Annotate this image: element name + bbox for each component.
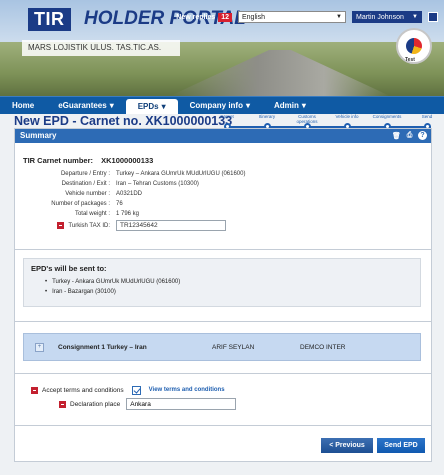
info-label: Departure / Entry :: [60, 171, 110, 177]
info-row-packages: Number of packages : 76: [23, 199, 323, 209]
help-icon[interactable]: ?: [418, 131, 427, 140]
header-banner: TIR HOLDER PORTAL MARS LOJISTIK ULUS. TA…: [0, 0, 444, 96]
tax-id-label-wrap: Turkish TAX ID:: [23, 221, 116, 230]
divider: [15, 373, 431, 374]
nav-item-home[interactable]: Home: [0, 97, 46, 114]
seal-label: Test: [405, 57, 415, 63]
required-icon: [31, 386, 38, 394]
info-label: Number of packages :: [51, 201, 110, 207]
recipients-box: EPD's will be sent to: Turkey - Ankara G…: [23, 258, 421, 307]
consignment-row[interactable]: + Consignment 1 Turkey – Iran ARIF SEYLA…: [23, 333, 421, 361]
new-replies-badge: 12: [218, 12, 232, 22]
step-label-itinerary[interactable]: Itinerary: [250, 114, 284, 119]
panel-toolbar: 🗑 ⎙ ?: [392, 131, 427, 140]
consignment-name: Consignment 1 Turkey – Iran: [58, 343, 147, 351]
info-row-destination: Destination / Exit : Iran – Tehran Custo…: [23, 179, 323, 189]
summary-info: Departure / Entry : Turkey – Ankara GUmr…: [23, 169, 323, 232]
nav-label: eGuarantees: [58, 101, 107, 110]
trash-icon[interactable]: 🗑: [392, 131, 401, 140]
info-label: Total weight :: [74, 211, 110, 217]
step-label-vehicle[interactable]: Vehicle info: [330, 114, 364, 119]
language-select[interactable]: English ▼: [238, 11, 346, 23]
recipients-list: Turkey - Ankara GUmrUk MUdUrlUGU (061600…: [31, 279, 413, 299]
chevron-down-icon: ▼: [412, 14, 418, 20]
chevron-down-icon: ▾: [109, 101, 114, 110]
panel-title: Summary: [20, 131, 57, 140]
nav-label: Company info: [189, 101, 243, 110]
logo-tir[interactable]: TIR: [28, 8, 71, 31]
language-value: English: [242, 13, 265, 21]
nav-item-epds[interactable]: EPDs ▾: [125, 99, 178, 114]
nav-label: Home: [12, 101, 35, 110]
chevron-down-icon: ▾: [245, 101, 250, 110]
required-icon: [59, 400, 66, 408]
info-value: 1 796 kg: [116, 211, 140, 217]
new-replies-label: New replies: [176, 13, 216, 21]
new-replies-link[interactable]: New replies 12: [176, 12, 232, 22]
nav-label: Admin: [274, 101, 299, 110]
chevron-down-icon: ▾: [161, 102, 166, 111]
recipient-item: Turkey - Ankara GUmrUk MUdUrlUGU (061600…: [45, 279, 413, 289]
declaration-row: Declaration place: [59, 397, 237, 411]
info-value: 76: [116, 201, 123, 207]
user-menu[interactable]: Martin Johnson ▼: [352, 11, 422, 23]
terms-checkbox[interactable]: [131, 385, 141, 395]
divider: [15, 249, 431, 250]
nav-item-admin[interactable]: Admin ▾: [262, 97, 318, 114]
carnet-number: XK1000000133: [101, 156, 154, 165]
nav-item-eguarantees[interactable]: eGuarantees ▾: [46, 97, 125, 114]
send-epd-button[interactable]: Send EPD: [377, 438, 425, 453]
panel-header: Summary 🗑 ⎙ ?: [15, 129, 431, 143]
declaration-place-input[interactable]: [126, 398, 237, 410]
chevron-down-icon: ▾: [301, 101, 306, 110]
user-name: Martin Johnson: [356, 13, 404, 21]
print-icon[interactable]: ⎙: [405, 131, 414, 140]
top-bar: New replies 12 English ▼ Martin Johnson ▼: [176, 11, 438, 23]
divider: [15, 425, 431, 426]
tax-id-input[interactable]: [116, 220, 226, 231]
terms-row: Accept terms and conditions View terms a…: [31, 384, 411, 396]
app-window: TIR HOLDER PORTAL MARS LOJISTIK ULUS. TA…: [0, 0, 444, 475]
declaration-label: Declaration place: [70, 400, 121, 408]
chevron-down-icon: ▼: [336, 14, 342, 20]
info-row-departure: Departure / Entry : Turkey – Ankara GUmr…: [23, 169, 323, 179]
tax-id-label: Turkish TAX ID:: [68, 223, 110, 230]
step-label-carnet[interactable]: Carnet: [210, 114, 244, 119]
terms-label: Accept terms and conditions: [42, 386, 124, 394]
consignment-person: ARIF SEYLAN: [212, 343, 255, 351]
main-nav: Home eGuarantees ▾ EPDs ▾ Company info ▾…: [0, 96, 444, 114]
carnet-number-row: TIR Carnet number: XK1000000133: [23, 156, 153, 165]
nav-item-company-info[interactable]: Company info ▾: [178, 97, 262, 114]
page-title: New EPD - Carnet no. XK1000000133: [14, 114, 233, 128]
summary-panel: Summary 🗑 ⎙ ? TIR Carnet number: XK10000…: [14, 128, 432, 462]
carnet-label: TIR Carnet number:: [23, 156, 94, 165]
info-row-tax-id: Turkish TAX ID:: [23, 219, 323, 232]
recipients-title: EPD's will be sent to:: [31, 264, 107, 273]
step-label-consignments[interactable]: Consignments: [370, 114, 404, 119]
info-row-vehicle: Vehicle number : A0321DD: [23, 189, 323, 199]
company-name: MARS LOJISTIK ULUS. TAS.TIC.AS.: [22, 40, 180, 56]
recipient-item: Iran - Bazargan (30100): [45, 289, 413, 299]
divider: [15, 321, 431, 322]
info-value: Iran – Tehran Customs (10300): [116, 181, 199, 187]
info-label: Vehicle number :: [65, 191, 110, 197]
step-label-send[interactable]: Send: [410, 114, 444, 119]
previous-button[interactable]: < Previous: [321, 438, 373, 453]
expand-icon[interactable]: +: [35, 342, 44, 352]
terms-link[interactable]: View terms and conditions: [149, 387, 225, 393]
info-value: A0321DD: [116, 191, 143, 197]
info-label: Destination / Exit :: [61, 181, 110, 187]
consignment-company: DEMCO INTER: [300, 343, 346, 351]
window-menu-icon[interactable]: [428, 12, 438, 22]
nav-label: EPDs: [137, 102, 159, 111]
info-row-weight: Total weight : 1 796 kg: [23, 209, 323, 219]
required-icon: [57, 221, 65, 229]
info-value: Turkey – Ankara GUmrUk MUdUrlUGU (061600…: [116, 171, 246, 177]
